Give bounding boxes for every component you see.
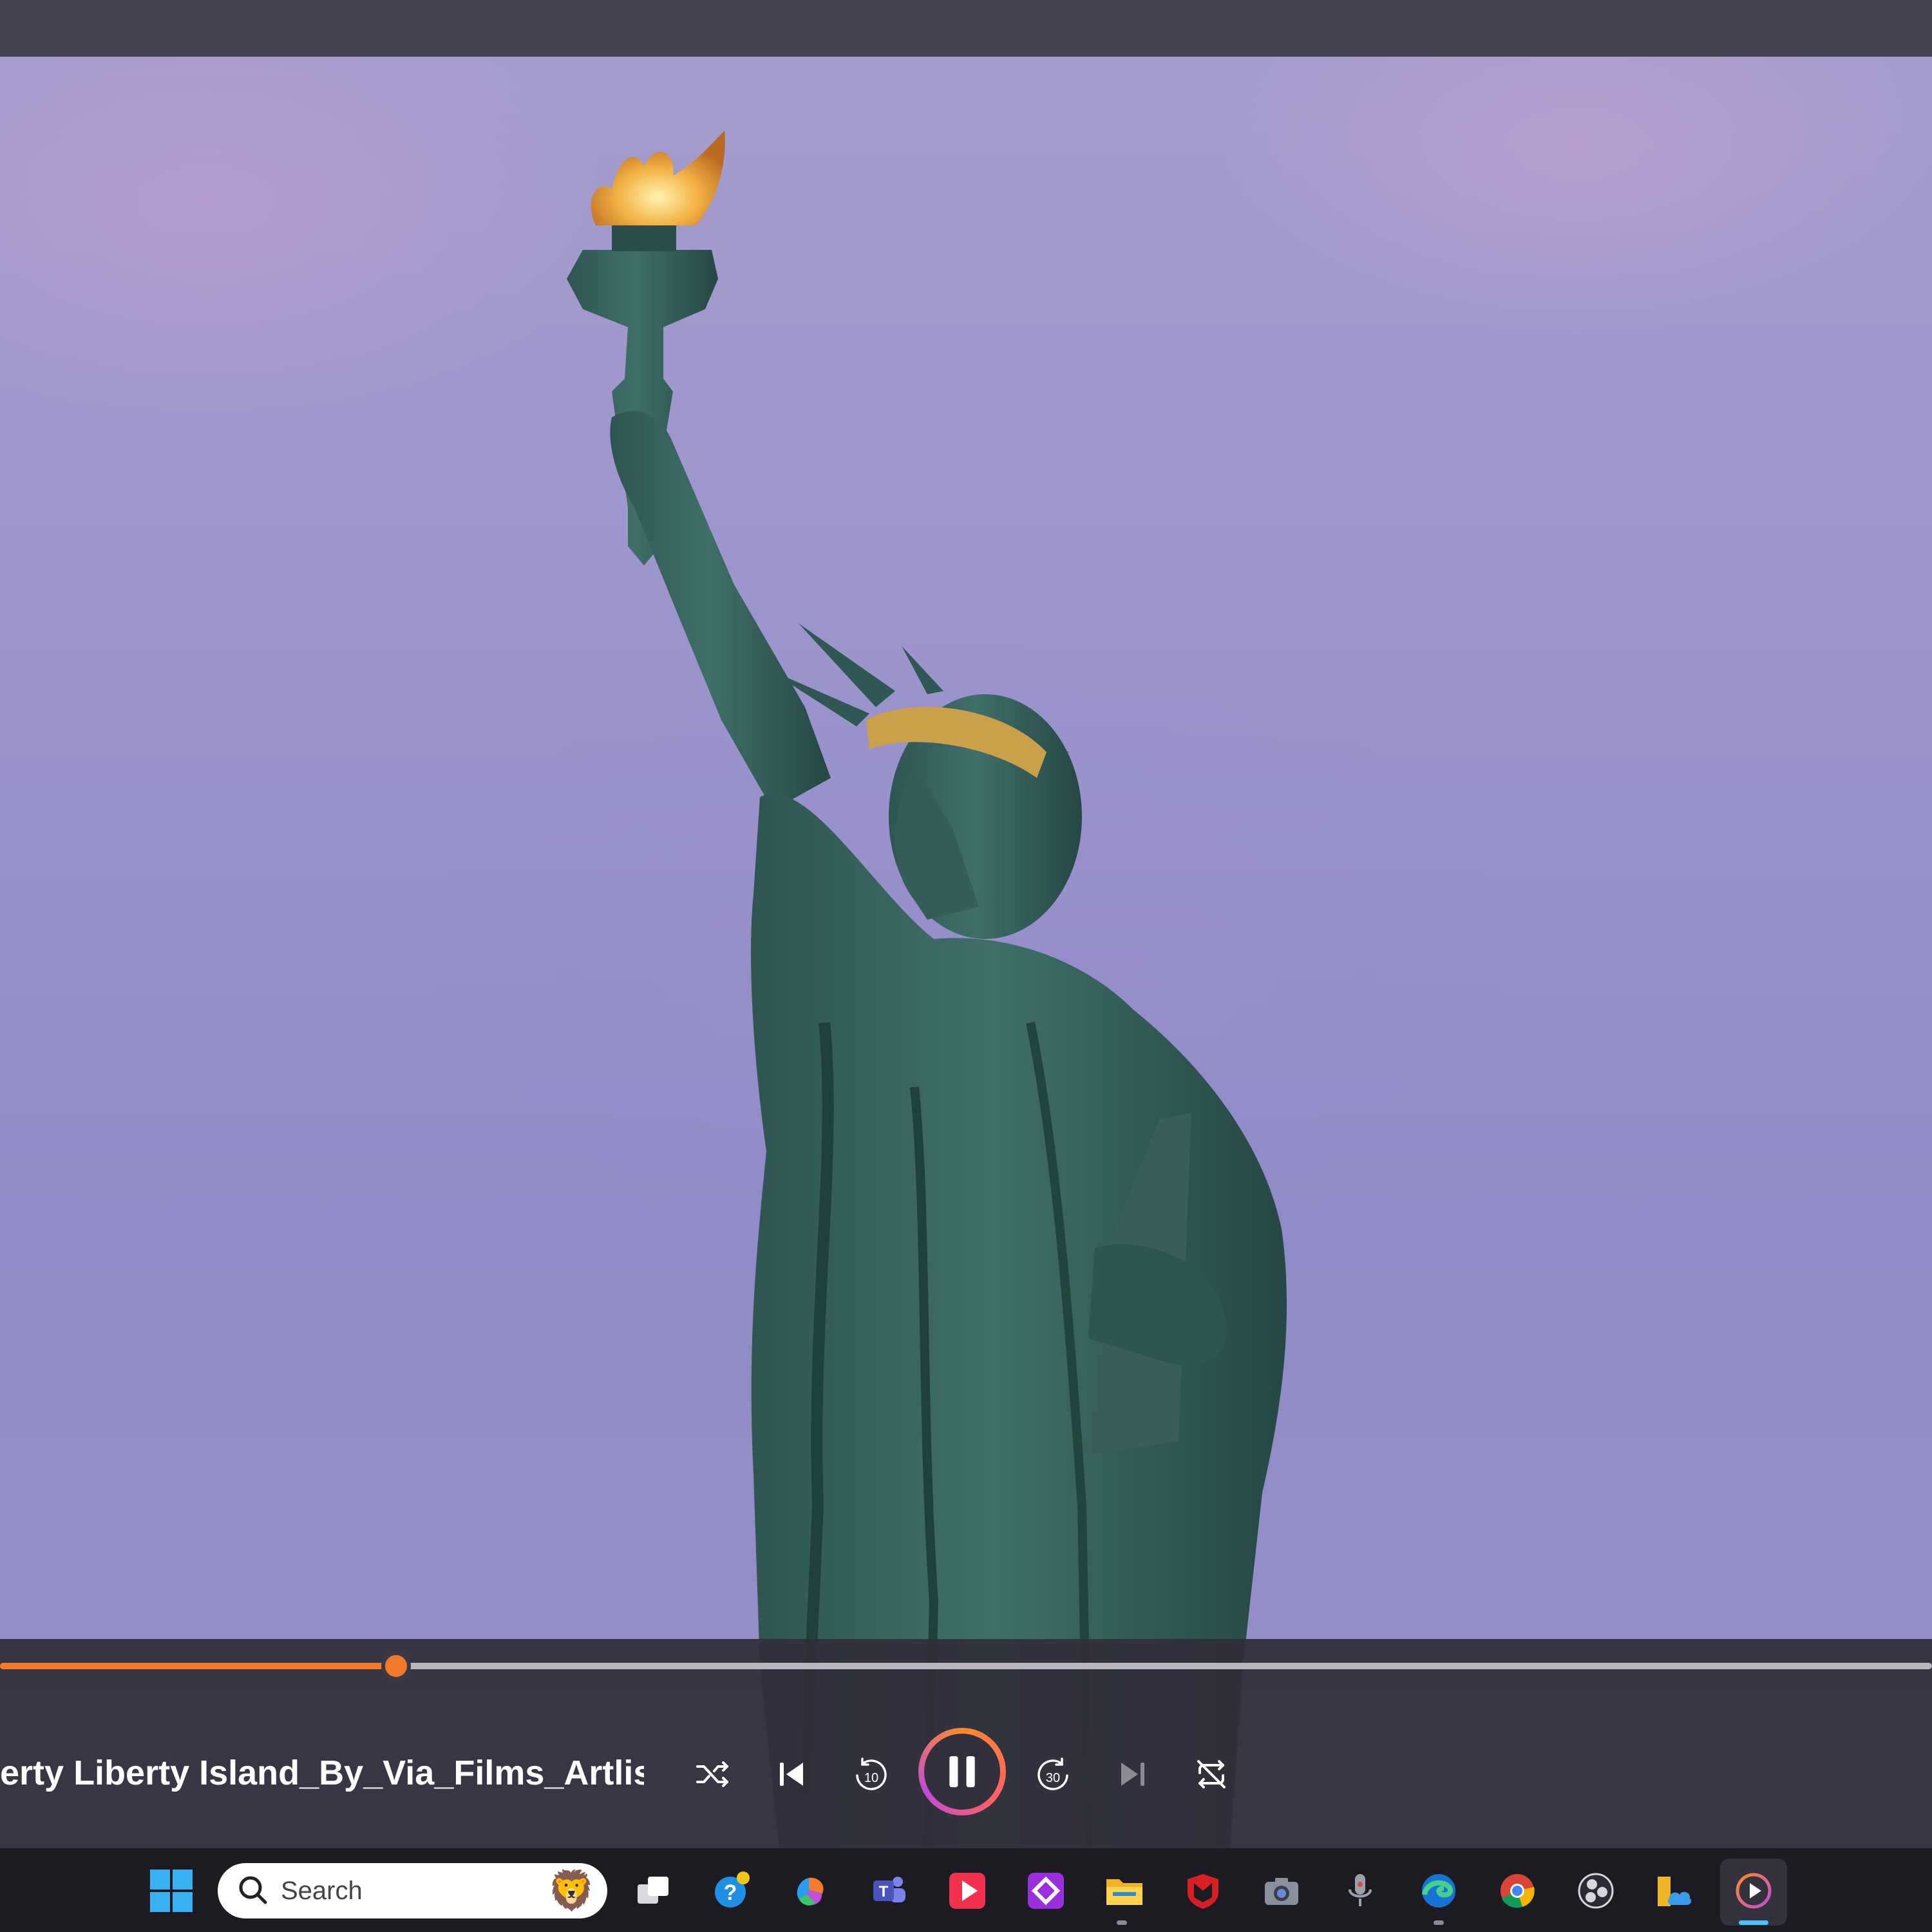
pause-button[interactable] (918, 1728, 1006, 1815)
diamond-app-icon (1028, 1873, 1064, 1909)
edge-running-indicator (1434, 1920, 1444, 1925)
search-icon (239, 1876, 267, 1904)
teams-icon: T (873, 1877, 905, 1902)
rewind-10-icon: 10 (856, 1757, 887, 1790)
microphone-icon (1349, 1874, 1372, 1906)
media-player-icon (1736, 1873, 1772, 1909)
forward-30-button[interactable]: 30 (1025, 1745, 1083, 1803)
media-player-active-indicator (1739, 1920, 1768, 1925)
repeat-off-icon (1197, 1760, 1226, 1788)
forward-30-icon: 30 (1037, 1757, 1068, 1790)
seek-bar-progress (0, 1663, 396, 1669)
play-app-icon (949, 1873, 985, 1909)
svg-text:?: ? (724, 1880, 737, 1905)
rewind-10-button[interactable]: 10 (841, 1745, 899, 1803)
edge-icon (1422, 1874, 1455, 1908)
svg-text:T: T (879, 1883, 889, 1900)
statue-of-liberty-image (567, 131, 1287, 1848)
taskbar-voice-recorder[interactable] (1336, 1866, 1385, 1915)
taskbar-video-app[interactable] (943, 1866, 992, 1915)
taskbar-files-cloud[interactable] (1650, 1866, 1699, 1915)
folder-cloud-icon (1658, 1877, 1692, 1906)
windows-logo-icon (150, 1870, 193, 1912)
shuffle-icon (696, 1761, 728, 1787)
folder-icon (1106, 1879, 1142, 1905)
taskbar-media-player[interactable] (1729, 1866, 1778, 1915)
pause-icon (949, 1756, 975, 1788)
video-frame[interactable] (0, 57, 1932, 1848)
repeat-button[interactable] (1182, 1745, 1240, 1803)
task-view-icon (638, 1877, 668, 1904)
camera-icon (1265, 1878, 1298, 1905)
lion-icon: 🦁 (547, 1869, 596, 1912)
taskbar-teams[interactable]: T (864, 1866, 913, 1915)
taskbar-purple-app[interactable] (1021, 1866, 1070, 1915)
search-placeholder: Search (281, 1876, 363, 1905)
now-playing-title: erty Liberty Island_By_Via_Films_Artlist… (0, 1754, 644, 1792)
taskbar-chrome[interactable] (1493, 1866, 1542, 1915)
taskbar-camera[interactable] (1257, 1866, 1306, 1915)
help-icon: ? (715, 1871, 750, 1908)
copilot-icon (797, 1877, 824, 1906)
taskbar-file-explorer[interactable] (1100, 1866, 1149, 1915)
taskbar-obs-studio[interactable] (1571, 1866, 1620, 1915)
taskbar-copilot[interactable] (786, 1866, 835, 1915)
mcafee-shield-icon (1188, 1874, 1218, 1909)
pause-button-inner (924, 1734, 1000, 1810)
obs-icon (1578, 1873, 1614, 1909)
file-explorer-running-indicator (1117, 1920, 1127, 1925)
skip-next-icon (1121, 1763, 1144, 1786)
shuffle-button[interactable] (684, 1745, 742, 1803)
next-button[interactable] (1104, 1745, 1162, 1803)
seek-bar-thumb[interactable] (381, 1651, 411, 1681)
svg-text:10: 10 (864, 1771, 878, 1785)
svg-text:30: 30 (1046, 1771, 1060, 1785)
skip-previous-icon (780, 1763, 803, 1786)
taskbar-search-box[interactable]: Search 🦁 (218, 1863, 607, 1918)
taskbar-task-view[interactable] (629, 1866, 677, 1915)
chrome-icon (1501, 1874, 1535, 1908)
taskbar-get-help[interactable]: ? (707, 1866, 756, 1915)
previous-button[interactable] (762, 1745, 820, 1803)
taskbar-mcafee[interactable] (1179, 1866, 1227, 1915)
taskbar-edge[interactable] (1414, 1866, 1463, 1915)
start-button[interactable] (150, 1870, 193, 1912)
window-title-bar[interactable] (0, 0, 1932, 57)
